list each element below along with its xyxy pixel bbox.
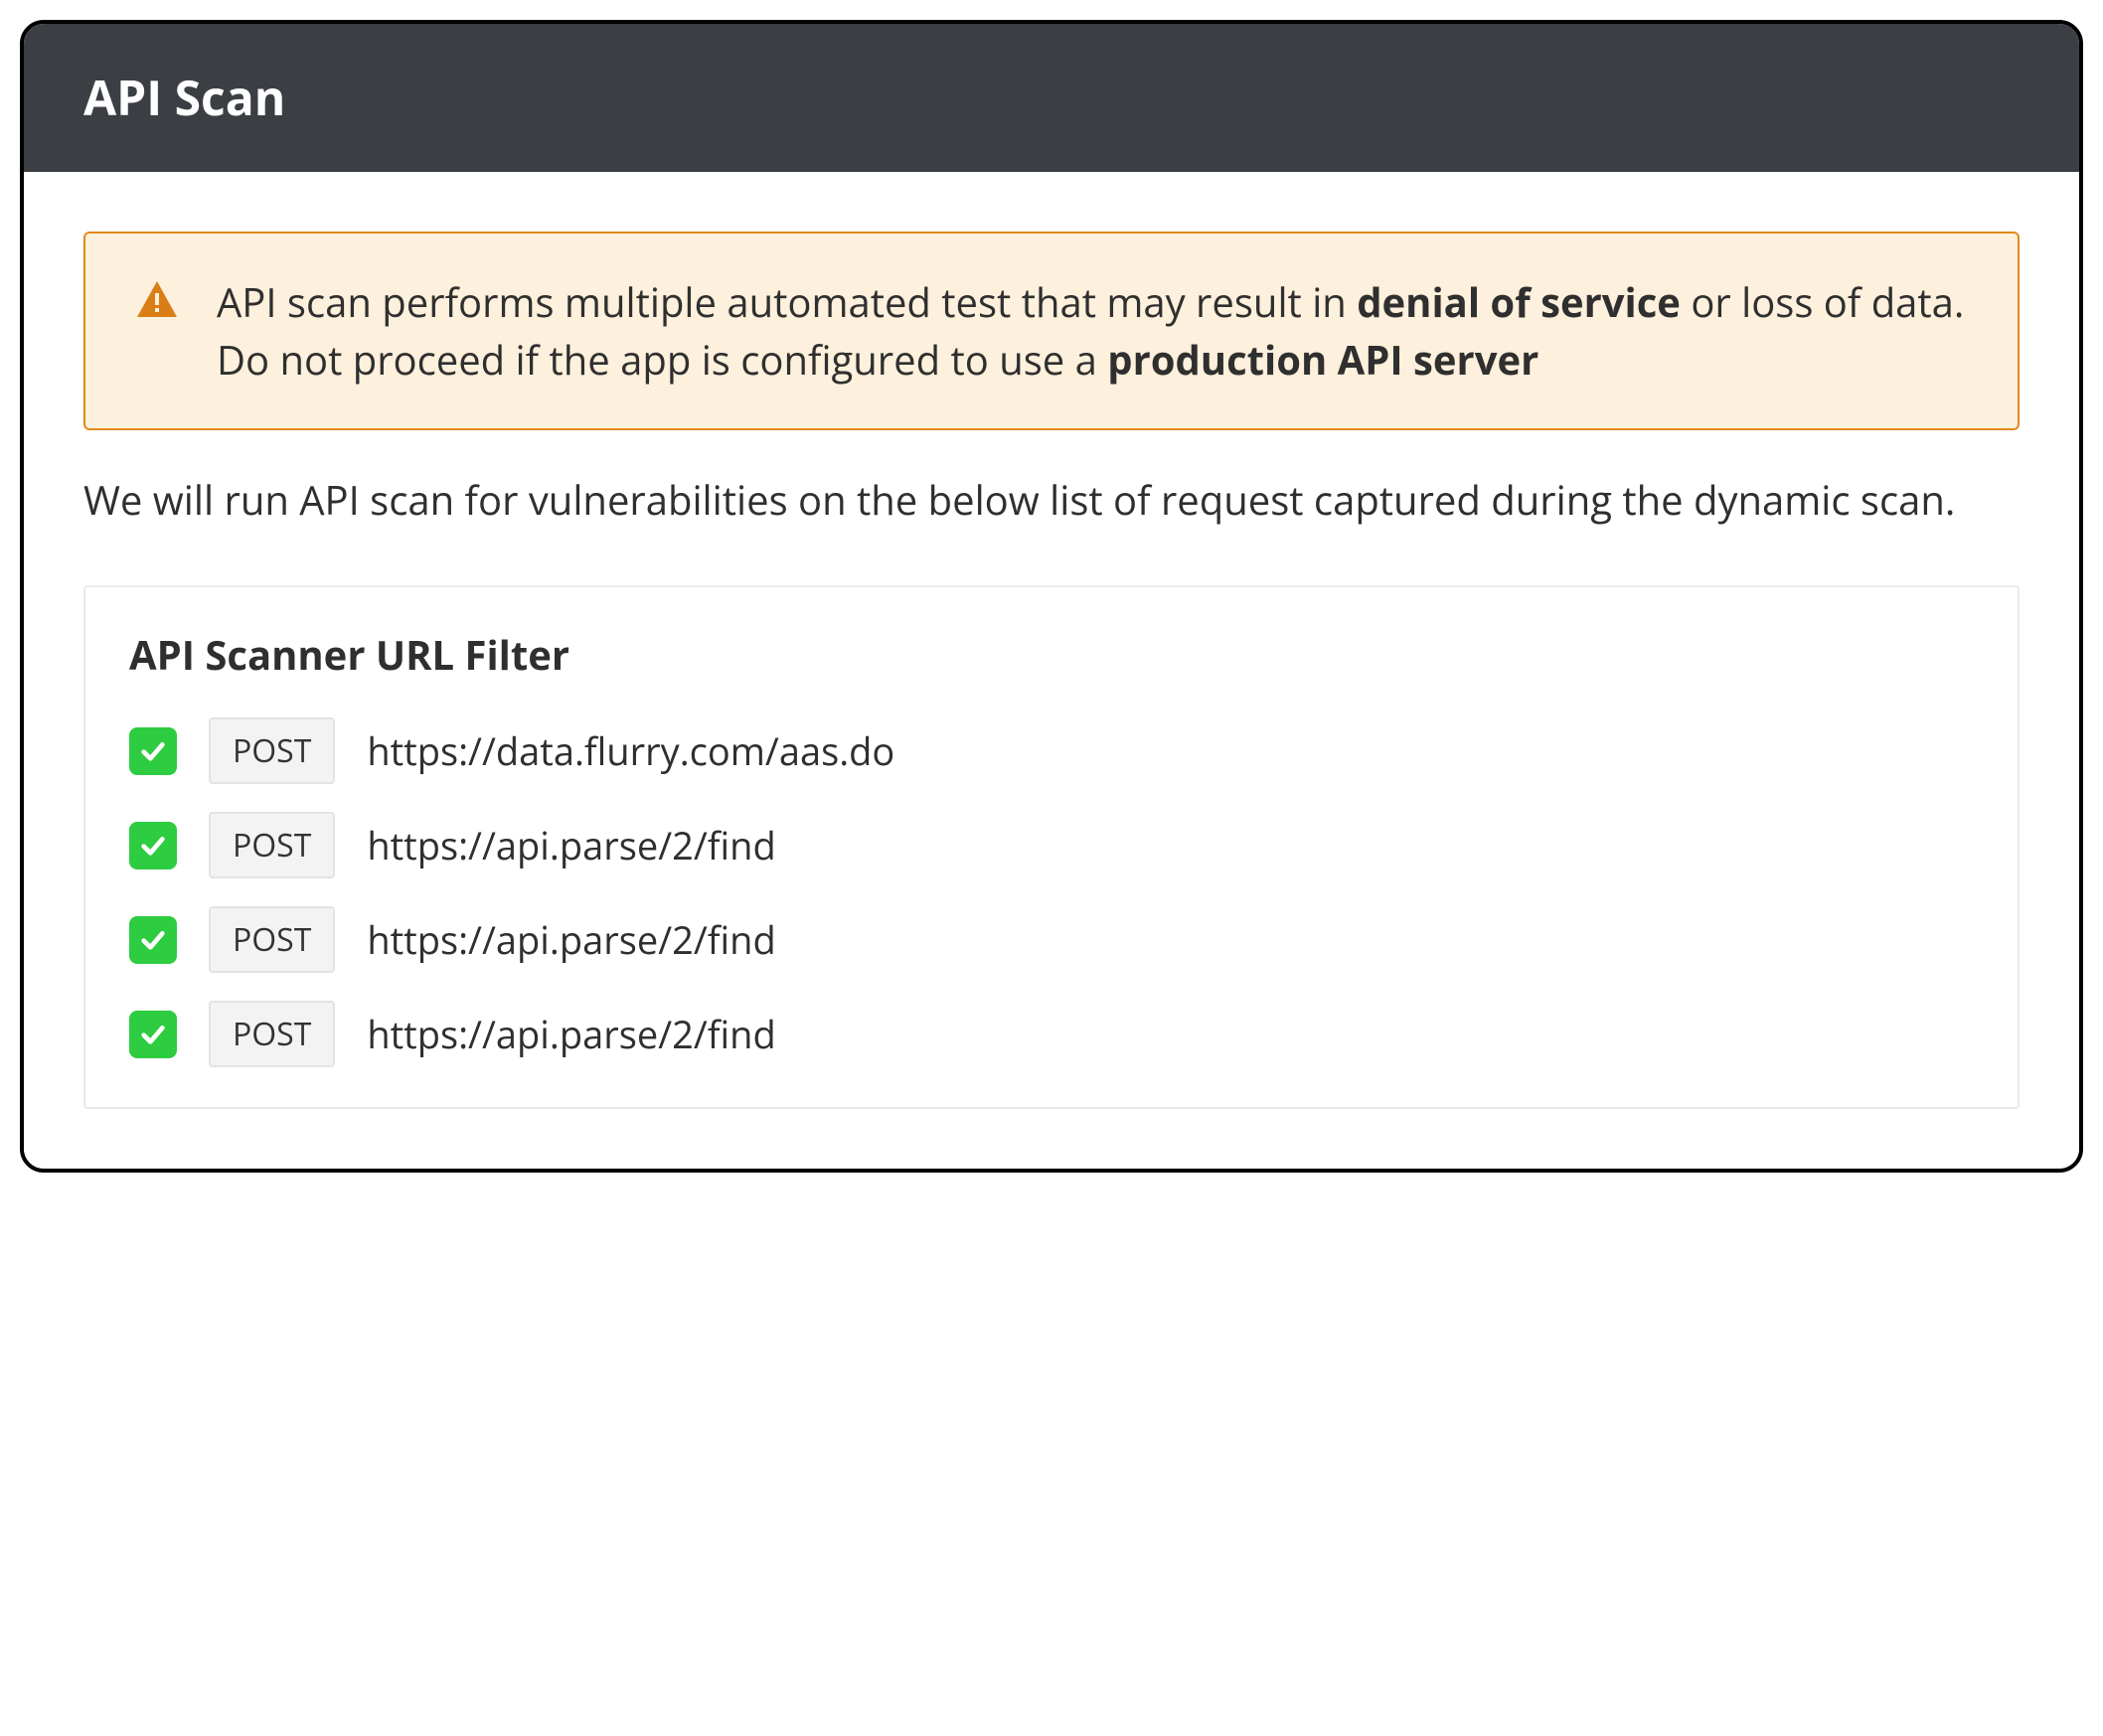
- warning-icon: [133, 277, 181, 389]
- request-url: https://data.flurry.com/aas.do: [367, 725, 894, 777]
- intro-text: We will run API scan for vulnerabilities…: [83, 470, 2020, 530]
- request-row: POST https://api.parse/2/find: [129, 906, 1974, 973]
- request-checkbox[interactable]: [129, 916, 177, 964]
- request-row: POST https://api.parse/2/find: [129, 1001, 1974, 1067]
- request-checkbox[interactable]: [129, 727, 177, 775]
- alert-bold-1: denial of service: [1357, 274, 1681, 329]
- alert-part-1: API scan performs multiple automated tes…: [217, 274, 1357, 329]
- url-filter-card: API Scanner URL Filter POST https://data.…: [83, 585, 2020, 1109]
- http-method-badge: POST: [209, 717, 335, 784]
- http-method-badge: POST: [209, 812, 335, 878]
- request-row: POST https://api.parse/2/find: [129, 812, 1974, 878]
- request-checkbox[interactable]: [129, 822, 177, 869]
- warning-alert: API scan performs multiple automated tes…: [83, 232, 2020, 430]
- page-title: API Scan: [83, 66, 2020, 130]
- request-url: https://api.parse/2/find: [367, 914, 775, 966]
- request-checkbox[interactable]: [129, 1011, 177, 1058]
- alert-bold-2: production API server: [1107, 332, 1538, 387]
- request-url: https://api.parse/2/find: [367, 1009, 775, 1060]
- request-row: POST https://data.flurry.com/aas.do: [129, 717, 1974, 784]
- warning-text: API scan performs multiple automated tes…: [217, 273, 1970, 389]
- panel-body: API scan performs multiple automated tes…: [24, 172, 2079, 1169]
- request-url: https://api.parse/2/find: [367, 820, 775, 871]
- filter-title: API Scanner URL Filter: [129, 627, 1974, 682]
- http-method-badge: POST: [209, 1001, 335, 1067]
- api-scan-panel: API Scan API scan performs multiple auto…: [20, 20, 2083, 1173]
- panel-header: API Scan: [24, 24, 2079, 172]
- http-method-badge: POST: [209, 906, 335, 973]
- requests-list: POST https://data.flurry.com/aas.do POST ht…: [129, 717, 1974, 1067]
